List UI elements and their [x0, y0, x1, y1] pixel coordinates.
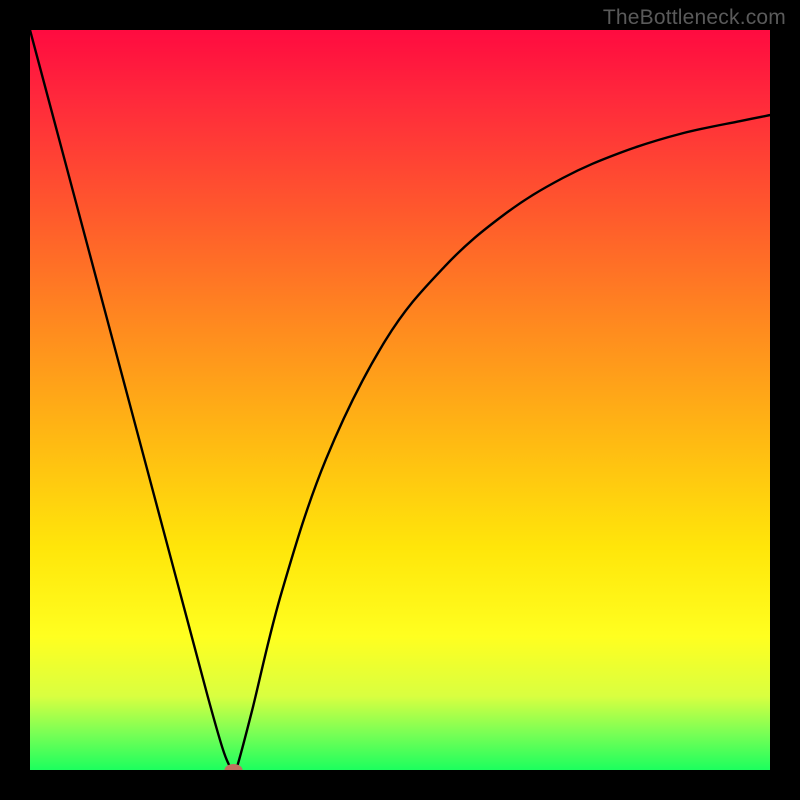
- watermark-text: TheBottleneck.com: [603, 6, 786, 30]
- minimum-marker: [225, 764, 243, 770]
- chart-frame: TheBottleneck.com: [0, 0, 800, 800]
- bottleneck-curve: [30, 30, 770, 770]
- plot-area: [30, 30, 770, 770]
- curve-layer: [30, 30, 770, 770]
